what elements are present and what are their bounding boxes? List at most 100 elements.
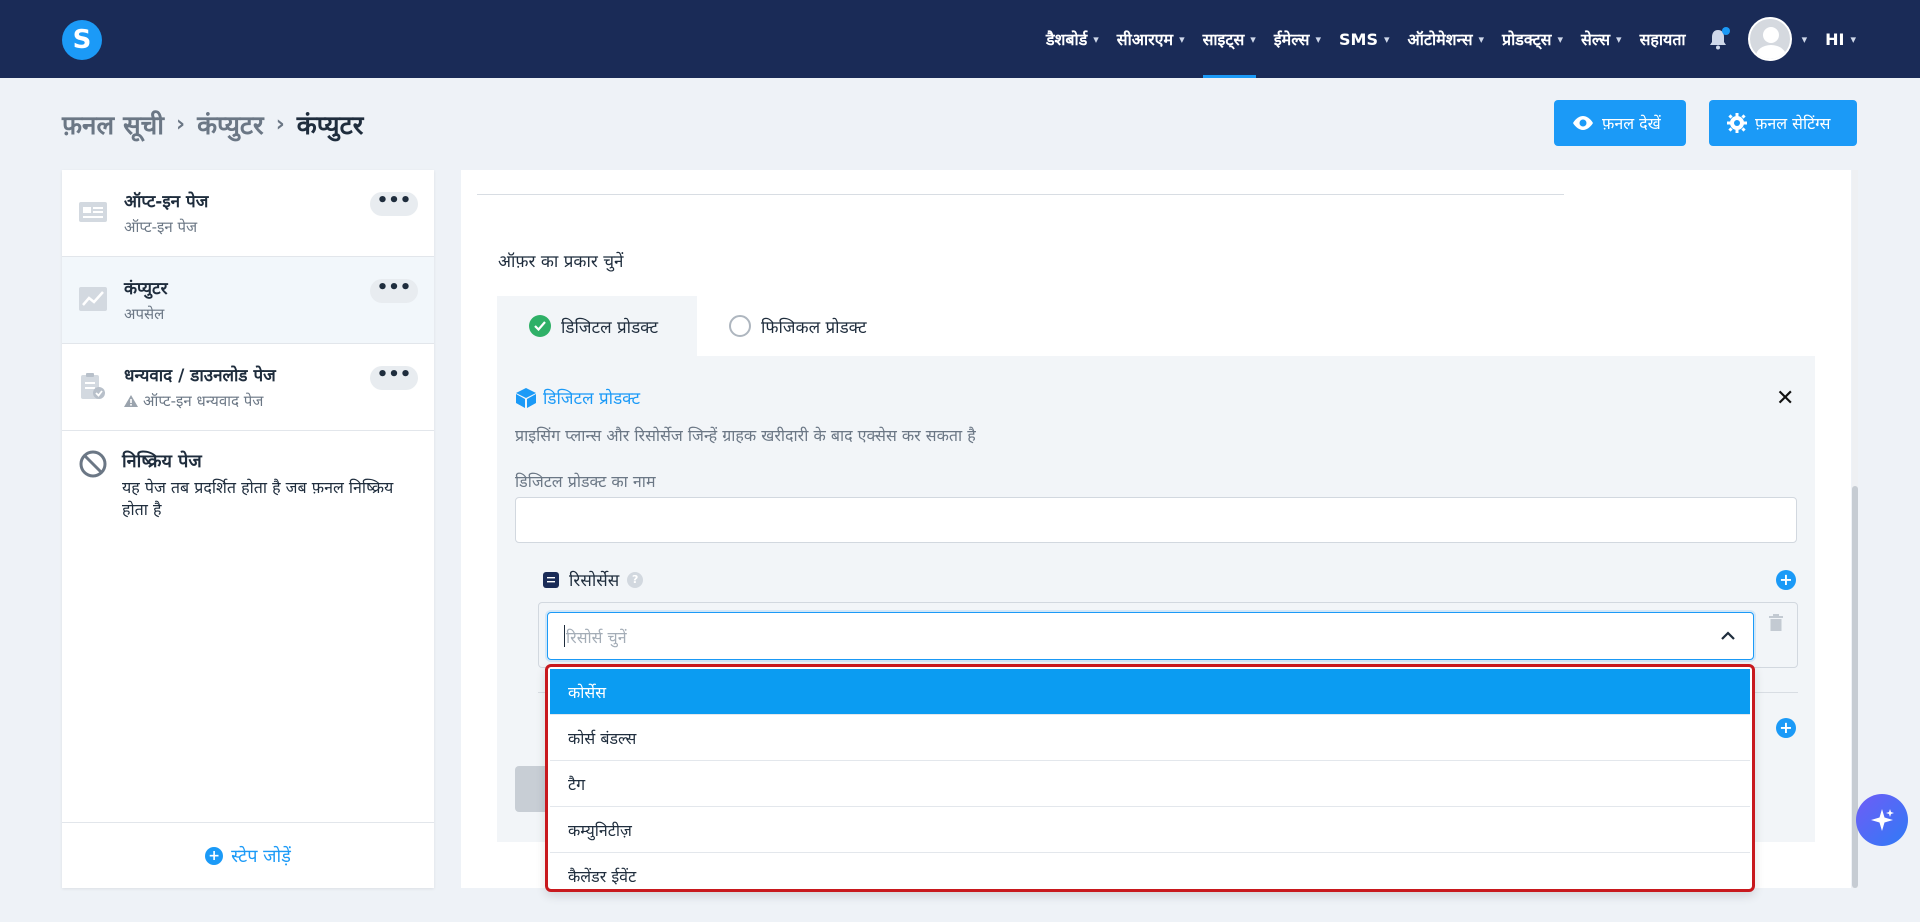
- option-calendar-events[interactable]: कैलेंडर ईवेंट: [550, 853, 1750, 889]
- digital-product-description: प्राइसिंग प्लान्स और रिसोर्सेज जिन्हें ग…: [515, 426, 976, 445]
- inactive-page-title: निष्क्रिय पेज: [122, 451, 202, 472]
- tab-label: फिजिकल प्रोडक्ट: [761, 317, 867, 338]
- step-subtitle: अपसेल: [124, 305, 165, 323]
- language-label: HI: [1825, 29, 1845, 49]
- inactive-page[interactable]: निष्क्रिय पेज यह पेज तब प्रदर्शित होता ह…: [62, 431, 434, 541]
- chevron-down-icon: ▾: [1179, 32, 1185, 46]
- nav-item-automations[interactable]: ऑटोमेशन्स ▾: [1408, 0, 1485, 78]
- resources-header: रिसोर्सेस ?: [543, 568, 644, 591]
- add-step-button[interactable]: + स्टेप जोड़ें: [62, 822, 434, 888]
- checklist-icon: [543, 571, 559, 588]
- nav-label: सीआरएम: [1116, 30, 1174, 49]
- resource-select-placeholder: रिसोर्स चुनें: [566, 628, 627, 647]
- add-item-button[interactable]: +: [1776, 718, 1796, 738]
- funnel-settings-label: फ़नल सेटिंग्स: [1755, 114, 1831, 133]
- offer-type-label: ऑफ़र का प्रकार चुनें: [498, 252, 624, 272]
- avatar[interactable]: [1747, 17, 1792, 61]
- tab-digital-product[interactable]: डिजिटल प्रोडक्ट: [497, 296, 697, 356]
- nav-item-sms[interactable]: SMS ▾: [1339, 0, 1390, 78]
- breadcrumb-funnel-list[interactable]: फ़नल सूची: [62, 106, 164, 142]
- nav-item-sites[interactable]: साइट्स ▾: [1202, 0, 1257, 78]
- main-nav: डैशबोर्ड ▾ सीआरएम ▾ साइट्स ▾ ईमेल्स ▾ SMS ▾ ऑ…: [1028, 0, 1856, 78]
- more-options-button[interactable]: •••: [370, 192, 418, 216]
- optin-page-icon: [79, 202, 107, 222]
- chevron-right-icon: ›: [275, 111, 285, 137]
- sparkle-icon: [1871, 809, 1894, 831]
- nav-label: SMS: [1339, 29, 1378, 49]
- step-title: धन्यवाद / डाउनलोड पेज: [124, 366, 276, 386]
- nav-item-crm[interactable]: सीआरएम ▾: [1117, 0, 1185, 78]
- step-subtitle: ऑप्ट-इन पेज: [124, 218, 198, 236]
- chart-icon: [79, 287, 107, 311]
- digital-product-title-text: डिजिटल प्रोडक्ट: [543, 389, 641, 409]
- step-optin-page[interactable]: ऑप्ट-इन पेज ऑप्ट-इन पेज •••: [62, 170, 434, 257]
- chevron-down-icon: ▾: [1557, 32, 1563, 46]
- option-tags[interactable]: टैग: [550, 761, 1750, 807]
- nav-item-help[interactable]: सहायता: [1640, 0, 1686, 78]
- clipboard-check-icon: [81, 373, 105, 399]
- option-course-bundles[interactable]: कोर्स बंडल्स: [550, 715, 1750, 761]
- nav-item-emails[interactable]: ईमेल्स ▾: [1274, 0, 1321, 78]
- funnel-steps-sidebar: ऑप्ट-इन पेज ऑप्ट-इन पेज ••• कंप्युटर अपस…: [62, 170, 434, 888]
- product-name-input[interactable]: [515, 497, 1797, 543]
- resource-select[interactable]: रिसोर्स चुनें: [547, 612, 1754, 660]
- eye-icon: [1573, 116, 1593, 130]
- ai-assistant-button[interactable]: [1856, 794, 1908, 846]
- step-title: ऑप्ट-इन पेज: [124, 192, 209, 212]
- chevron-up-icon[interactable]: [1719, 627, 1737, 645]
- nav-item-dashboard[interactable]: डैशबोर्ड ▾: [1046, 0, 1099, 78]
- tab-label: डिजिटल प्रोडक्ट: [561, 317, 659, 338]
- breadcrumb-funnel[interactable]: कंप्युटर: [197, 106, 264, 142]
- product-name-label: डिजिटल प्रोडक्ट का नाम: [515, 472, 656, 491]
- nav-label: ऑटोमेशन्स: [1407, 30, 1473, 49]
- chevron-down-icon: ▾: [1383, 32, 1390, 46]
- trash-icon[interactable]: [1768, 614, 1784, 632]
- more-options-button[interactable]: •••: [370, 279, 418, 303]
- top-navbar: S डैशबोर्ड ▾ सीआरएम ▾ साइट्स ▾ ईमेल्स ▾ SMS ▾…: [0, 0, 1920, 78]
- tab-physical-product[interactable]: फिजिकल प्रोडक्ट: [697, 296, 897, 356]
- step-subtitle: ऑप्ट-इन धन्यवाद पेज: [124, 391, 263, 411]
- notification-bell-icon[interactable]: [1706, 27, 1730, 51]
- chevron-down-icon: ▾: [1315, 32, 1322, 46]
- option-courses[interactable]: कोर्सेस: [550, 669, 1750, 715]
- step-subtitle-text: ऑप्ट-इन धन्यवाद पेज: [143, 392, 264, 410]
- chevron-down-icon: ▾: [1850, 32, 1856, 46]
- step-computer[interactable]: कंप्युटर अपसेल •••: [62, 257, 434, 344]
- funnel-settings-button[interactable]: फ़नल सेटिंग्स: [1709, 100, 1857, 146]
- breadcrumb: फ़नल सूची › कंप्युटर › कंप्युटर: [62, 106, 363, 142]
- nav-label: ईमेल्स: [1273, 30, 1310, 49]
- app-logo[interactable]: S: [62, 20, 102, 60]
- step-thank-you-page[interactable]: धन्यवाद / डाउनलोड पेज ऑप्ट-इन धन्यवाद पे…: [62, 344, 434, 431]
- nav-label: साइट्स: [1202, 30, 1245, 49]
- inactive-page-description: यह पेज तब प्रदर्शित होता है जब फ़नल निष्…: [122, 478, 394, 519]
- radio-empty-icon: [729, 315, 751, 337]
- chevron-down-icon[interactable]: ▾: [1802, 0, 1808, 78]
- view-funnel-button[interactable]: फ़नल देखें: [1554, 100, 1686, 146]
- box-icon: [516, 387, 536, 408]
- more-options-button[interactable]: •••: [370, 366, 418, 390]
- nav-label: सहायता: [1639, 30, 1686, 49]
- step-title: कंप्युटर: [124, 279, 168, 299]
- chevron-down-icon: ▾: [1250, 32, 1256, 46]
- language-selector[interactable]: HI ▾: [1825, 0, 1856, 78]
- gear-icon: [1727, 113, 1747, 133]
- breadcrumb-current: कंप्युटर: [296, 111, 364, 141]
- close-icon[interactable]: ✕: [1776, 386, 1794, 411]
- plus-circle-icon: +: [205, 846, 224, 865]
- nav-label: प्रोडक्ट्स: [1502, 30, 1552, 49]
- text-cursor: [564, 625, 565, 647]
- chevron-right-icon: ›: [175, 111, 186, 137]
- nav-item-sales[interactable]: सेल्स ▾: [1581, 0, 1622, 78]
- resource-dropdown-menu: कोर्सेस कोर्स बंडल्स टैग कम्युनिटीज़ कैल…: [545, 664, 1755, 892]
- help-icon[interactable]: ?: [627, 571, 644, 588]
- divider: [477, 194, 1564, 195]
- warning-icon: [124, 395, 138, 407]
- nav-label: सेल्स: [1581, 30, 1611, 49]
- nav-item-products[interactable]: प्रोडक्ट्स ▾: [1502, 0, 1563, 78]
- view-funnel-label: फ़नल देखें: [1602, 114, 1661, 133]
- option-communities[interactable]: कम्युनिटीज़: [550, 807, 1750, 853]
- add-resource-button[interactable]: +: [1776, 570, 1796, 590]
- prohibited-icon: [79, 450, 107, 478]
- chevron-down-icon: ▾: [1093, 32, 1099, 46]
- chevron-down-icon: ▾: [1616, 32, 1622, 46]
